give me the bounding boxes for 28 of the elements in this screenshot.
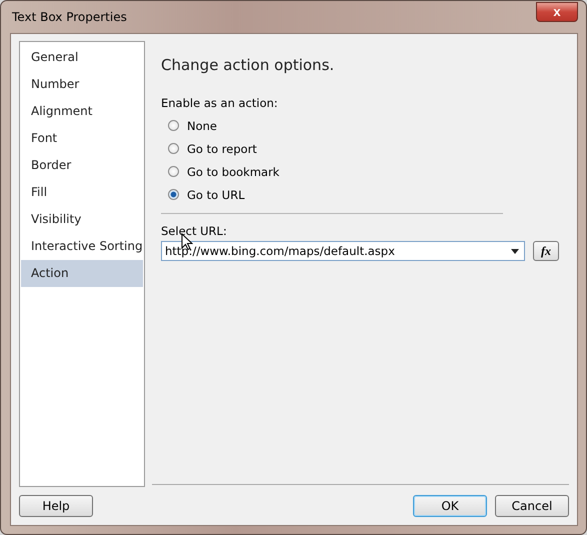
ok-button[interactable]: OK — [413, 495, 487, 517]
radio-button[interactable] — [168, 120, 179, 131]
sidebar-item[interactable]: Fill — [21, 179, 143, 206]
sidebar-item[interactable]: Visibility — [21, 206, 143, 233]
sidebar-item[interactable]: Border — [21, 152, 143, 179]
help-button[interactable]: Help — [19, 495, 93, 517]
url-combo-box[interactable]: http://www.bing.com/maps/default.aspx — [161, 241, 525, 261]
radio-option[interactable]: Go to report — [161, 137, 569, 160]
expression-button[interactable]: fx — [533, 241, 559, 261]
page-heading: Change action options. — [161, 56, 336, 74]
cancel-button[interactable]: Cancel — [495, 495, 569, 517]
sidebar-item[interactable]: Action — [21, 260, 143, 287]
sidebar-item[interactable]: Alignment — [21, 98, 143, 125]
window-title: Text Box Properties — [11, 10, 127, 24]
radio-option[interactable]: Go to URL — [161, 183, 569, 206]
group-label: Enable as an action: — [161, 96, 279, 110]
radio-button[interactable] — [168, 143, 179, 154]
sidebar-item[interactable]: General — [21, 44, 143, 71]
close-button[interactable]: x — [536, 2, 578, 22]
sidebar-item[interactable]: Number — [21, 71, 143, 98]
radio-button[interactable] — [168, 166, 179, 177]
caret-icon — [511, 248, 519, 254]
sidebar-item[interactable]: Font — [21, 125, 143, 152]
radio-option[interactable]: Go to bookmark — [161, 160, 569, 183]
field-label: Select URL: — [161, 224, 228, 238]
sidebar-item[interactable]: Interactive Sorting — [21, 233, 143, 260]
radio-button[interactable] — [168, 189, 179, 200]
radio-option[interactable]: None — [161, 114, 569, 137]
